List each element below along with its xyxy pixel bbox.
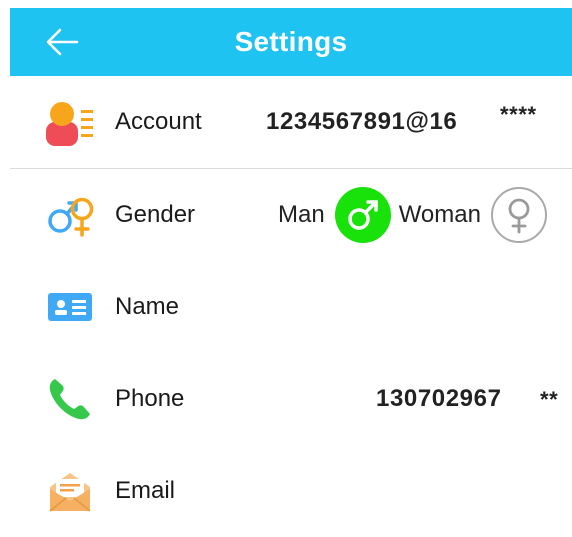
envelope-icon bbox=[49, 473, 91, 512]
name-row[interactable]: Name bbox=[10, 261, 572, 354]
phone-icon bbox=[49, 379, 90, 420]
account-mask: **** bbox=[500, 102, 537, 127]
header-bar: Settings bbox=[10, 8, 572, 76]
account-value: 1234567891@16 bbox=[266, 108, 458, 135]
gender-options: Man Woman bbox=[278, 187, 547, 243]
settings-screen: Settings Account 1234567891@16 **** Gend… bbox=[10, 8, 572, 537]
female-icon bbox=[508, 198, 530, 234]
email-label: Email bbox=[115, 477, 176, 504]
gender-man-label: Man bbox=[278, 201, 325, 228]
phone-label: Phone bbox=[115, 385, 185, 412]
account-icon bbox=[46, 102, 93, 146]
female-toggle[interactable] bbox=[490, 187, 547, 243]
gender-woman-label: Woman bbox=[398, 201, 481, 228]
phone-row[interactable]: Phone 130702967 ** bbox=[10, 353, 572, 446]
id-card-icon bbox=[48, 293, 92, 321]
male-toggle[interactable] bbox=[334, 187, 391, 243]
email-row[interactable]: Email bbox=[10, 445, 572, 537]
gender-label: Gender bbox=[115, 201, 196, 228]
gender-row: Gender Man Woman bbox=[10, 169, 572, 262]
back-button[interactable] bbox=[44, 26, 80, 58]
male-icon bbox=[347, 200, 378, 230]
back-arrow-icon bbox=[46, 28, 79, 56]
gender-icon bbox=[48, 197, 94, 237]
account-label: Account bbox=[115, 108, 202, 135]
phone-mask: ** bbox=[540, 387, 559, 412]
page-title: Settings bbox=[234, 26, 348, 57]
account-row[interactable]: Account 1234567891@16 **** bbox=[10, 76, 572, 169]
name-label: Name bbox=[115, 293, 180, 320]
phone-value: 130702967 bbox=[376, 385, 502, 412]
